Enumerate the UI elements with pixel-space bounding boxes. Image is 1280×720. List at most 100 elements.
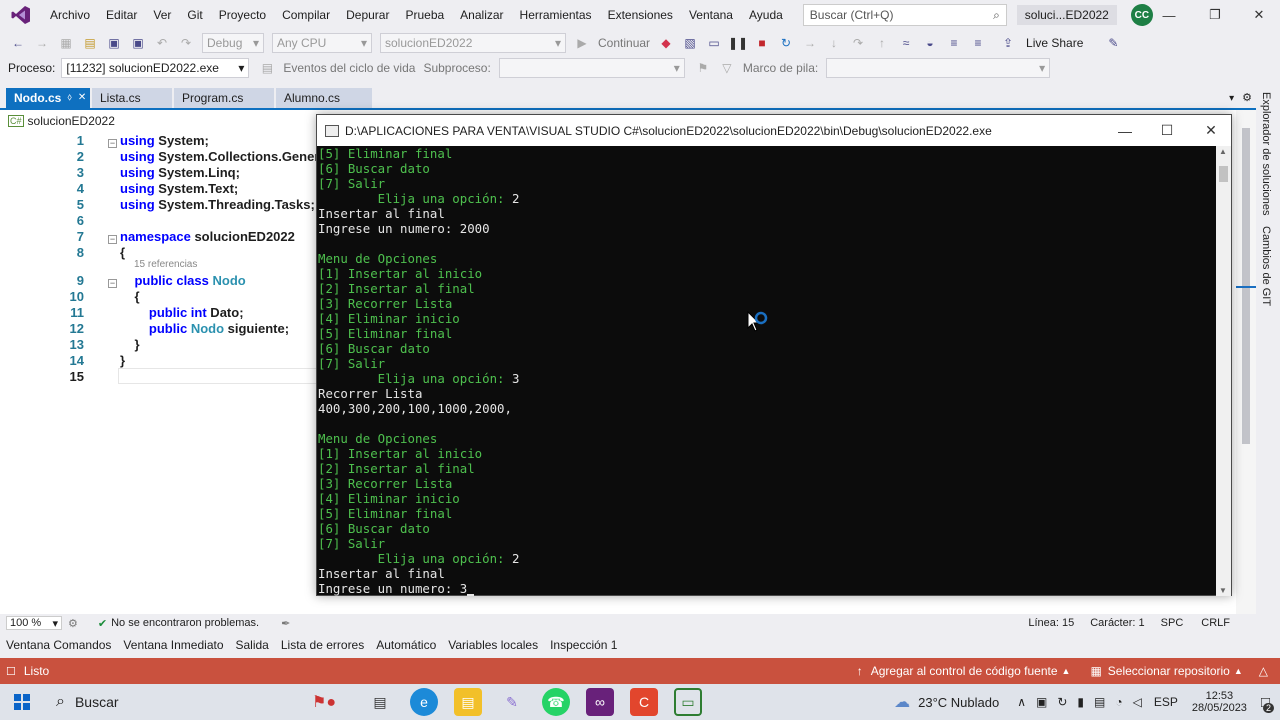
- menu-item-proyecto[interactable]: Proyecto: [211, 0, 274, 30]
- step-out-icon[interactable]: ↑: [874, 35, 890, 51]
- minimize-button[interactable]: —: [1146, 0, 1192, 30]
- menu-item-prueba[interactable]: Prueba: [397, 0, 452, 30]
- save-icon[interactable]: ▣: [106, 35, 122, 51]
- maximize-button[interactable]: ❐: [1192, 0, 1238, 30]
- tool-window-tab-4[interactable]: Automático: [376, 638, 436, 652]
- continue-button[interactable]: Continuar: [598, 36, 650, 50]
- clock[interactable]: 12:53 28/05/2023: [1192, 690, 1247, 714]
- comment-icon[interactable]: ≡: [946, 35, 962, 51]
- gear-icon[interactable]: ⚙: [1242, 91, 1252, 104]
- feedback-icon[interactable]: ✎: [1105, 35, 1121, 51]
- spacing-indicator[interactable]: SPC: [1161, 617, 1184, 629]
- forward-icon[interactable]: →: [34, 35, 50, 51]
- brush-icon[interactable]: ✒: [281, 617, 290, 630]
- diagnostics-icon[interactable]: ≈: [898, 35, 914, 51]
- breakpoints-icon[interactable]: ◒: [922, 35, 938, 51]
- stop-icon[interactable]: ■: [754, 35, 770, 51]
- startup-project-select[interactable]: solucionED2022 ▾: [380, 33, 566, 53]
- console-close-button[interactable]: ✕: [1189, 115, 1233, 146]
- navigation-bar[interactable]: C# solucionED2022: [8, 113, 115, 129]
- layout-icon[interactable]: ▭: [706, 35, 722, 51]
- step-into-icon[interactable]: ↓: [826, 35, 842, 51]
- taskbar-search[interactable]: ⌕ Buscar: [48, 684, 234, 720]
- tray-app-icon[interactable]: ▣: [1036, 695, 1047, 709]
- tab-list-chevron-icon[interactable]: ▾: [1229, 93, 1234, 104]
- menu-item-herramientas[interactable]: Herramientas: [512, 0, 600, 30]
- share-icon[interactable]: ⇪: [1000, 35, 1016, 51]
- tool-window-tab-1[interactable]: Ventana Inmediato: [123, 638, 223, 652]
- pause-icon[interactable]: ❚❚: [728, 35, 748, 51]
- open-folder-icon[interactable]: ▤: [82, 35, 98, 51]
- filter-icon[interactable]: ▽: [719, 60, 735, 76]
- menu-item-ventana[interactable]: Ventana: [681, 0, 741, 30]
- tool-window-tab-3[interactable]: Lista de errores: [281, 638, 364, 652]
- close-button[interactable]: ✕: [1236, 0, 1280, 30]
- close-tab-icon[interactable]: ✕: [78, 88, 86, 108]
- save-all-icon[interactable]: ▣: [130, 35, 146, 51]
- configuration-select[interactable]: Debug ▾: [202, 33, 264, 53]
- visual-studio-icon[interactable]: ∞: [586, 688, 614, 716]
- references-codelens[interactable]: 15 referencias: [134, 259, 197, 270]
- wifi-icon[interactable]: ◔: [1115, 695, 1122, 709]
- console-window[interactable]: D:\APLICACIONES PARA VENTA\VISUAL STUDIO…: [316, 114, 1232, 596]
- code-line[interactable]: 14}: [0, 352, 316, 368]
- tray-chevron-icon[interactable]: ∧: [1017, 695, 1026, 709]
- console-title-bar[interactable]: D:\APLICACIONES PARA VENTA\VISUAL STUDIO…: [317, 115, 1231, 146]
- camtasia-icon[interactable]: C: [630, 688, 658, 716]
- menu-item-editar[interactable]: Editar: [98, 0, 145, 30]
- task-view-icon[interactable]: ▤: [366, 688, 394, 716]
- line-indicator[interactable]: Línea: 15: [1028, 617, 1074, 629]
- search-highlight-icon[interactable]: ⚑●: [290, 688, 358, 716]
- stack-frame-select[interactable]: ▾: [826, 58, 1051, 78]
- code-line[interactable]: 1 using System;: [0, 132, 316, 148]
- tray-sync-icon[interactable]: ↻: [1057, 695, 1067, 709]
- hot-reload-icon[interactable]: ◆: [658, 35, 674, 51]
- tool-window-tab-0[interactable]: Ventana Comandos: [6, 638, 111, 652]
- tool-window-tab-2[interactable]: Salida: [236, 638, 269, 652]
- step-over-icon[interactable]: ↷: [850, 35, 866, 51]
- browser-link-icon[interactable]: ▧: [682, 35, 698, 51]
- tab-nodo[interactable]: Nodo.cs ⬨ ✕: [6, 88, 90, 108]
- microphone-icon[interactable]: ▮: [1077, 695, 1084, 709]
- problems-status[interactable]: No se encontraron problemas.: [111, 617, 259, 629]
- windows-start-icon[interactable]: [0, 684, 44, 720]
- notification-bell-icon[interactable]: △: [1259, 664, 1268, 678]
- undo-icon[interactable]: ↶: [154, 35, 170, 51]
- code-line[interactable]: 2 using System.Collections.Generic;: [0, 148, 335, 164]
- fold-toggle-icon[interactable]: −: [108, 279, 117, 288]
- pin-icon[interactable]: ⬨: [67, 88, 72, 108]
- fold-toggle-icon[interactable]: −: [108, 235, 117, 244]
- uncomment-icon[interactable]: ≡: [970, 35, 986, 51]
- code-line[interactable]: 7 namespace solucionED2022: [0, 228, 316, 244]
- tool-window-tab-6[interactable]: Inspección 1: [550, 638, 617, 652]
- visual-studio-logo-icon[interactable]: [10, 4, 32, 26]
- paint-icon[interactable]: ✎: [498, 688, 526, 716]
- code-line[interactable]: 12 public Nodo siguiente;: [0, 320, 316, 336]
- char-indicator[interactable]: Carácter: 1: [1090, 617, 1144, 629]
- flag-icon[interactable]: ⚑: [695, 60, 711, 76]
- console-scrollbar[interactable]: ▲ ▼: [1216, 146, 1231, 596]
- menu-item-analizar[interactable]: Analizar: [452, 0, 511, 30]
- back-icon[interactable]: ←: [10, 35, 26, 51]
- repo-chevron-icon[interactable]: ▲: [1234, 666, 1243, 676]
- menu-item-ver[interactable]: Ver: [145, 0, 179, 30]
- solution-name-badge[interactable]: soluci...ED2022: [1016, 5, 1117, 25]
- scroll-up-icon[interactable]: ▲: [1219, 147, 1227, 156]
- live-share-button[interactable]: Live Share: [1026, 36, 1083, 50]
- language-indicator[interactable]: ESP: [1154, 695, 1178, 709]
- intellicode-icon[interactable]: ⚙: [68, 617, 78, 630]
- console-output[interactable]: [5] Eliminar final [6] Buscar dato [7] Sal…: [317, 146, 1217, 596]
- new-project-icon[interactable]: ▦: [58, 35, 74, 51]
- git-changes-tab[interactable]: Cambios de GIT: [1260, 226, 1272, 306]
- weather-text[interactable]: 23°C Nublado: [918, 695, 999, 710]
- console-app-taskbar-icon[interactable]: ▭: [674, 688, 702, 716]
- zoom-select[interactable]: 100 % ▾: [6, 616, 62, 630]
- code-line[interactable]: 10 {: [0, 288, 316, 304]
- restart-icon[interactable]: ↻: [778, 35, 794, 51]
- file-explorer-icon[interactable]: ▤: [454, 688, 482, 716]
- add-source-control-button[interactable]: Agregar al control de código fuente: [871, 664, 1058, 678]
- tab-program[interactable]: Program.cs: [174, 88, 274, 108]
- tab-lista[interactable]: Lista.cs: [92, 88, 172, 108]
- platform-select[interactable]: Any CPU ▾: [272, 33, 372, 53]
- notifications-icon[interactable]: □ 2: [1261, 694, 1274, 713]
